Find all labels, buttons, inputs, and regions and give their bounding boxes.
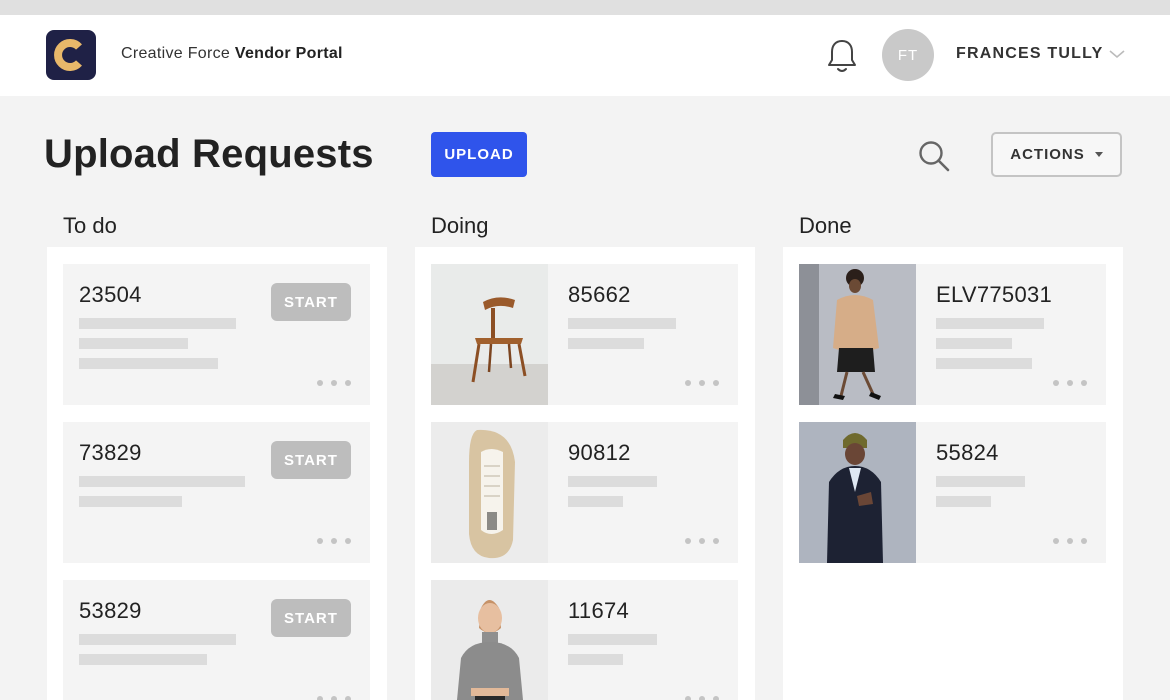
more-options-icon[interactable] (316, 379, 352, 387)
placeholder-line (568, 654, 623, 665)
more-options-icon[interactable] (684, 379, 720, 387)
more-options-icon[interactable] (1052, 537, 1088, 545)
request-card[interactable]: 90812 (431, 422, 738, 563)
placeholder-line (568, 476, 657, 487)
request-id: 11674 (568, 598, 630, 623)
placeholder-line (79, 318, 236, 329)
placeholder-line (568, 318, 676, 329)
placeholder-line (568, 496, 623, 507)
request-id: 85662 (568, 282, 631, 307)
more-options-icon[interactable] (1052, 379, 1088, 387)
column-done: ELV775031 55824 (783, 247, 1123, 700)
placeholder-line (79, 476, 245, 487)
chevron-down-icon[interactable] (1108, 48, 1126, 60)
logo-mark-icon (54, 39, 82, 71)
request-id: 23504 (79, 282, 142, 307)
placeholder-line (936, 476, 1025, 487)
start-button[interactable]: START (271, 283, 351, 321)
column-title-doing: Doing (431, 213, 489, 238)
brand-suffix: Vendor Portal (234, 45, 343, 62)
request-card[interactable]: 85662 (431, 264, 738, 405)
request-id: 55824 (936, 440, 999, 465)
request-id: 90812 (568, 440, 631, 465)
request-id: 73829 (79, 440, 142, 465)
column-title-todo: To do (63, 213, 117, 238)
upload-button[interactable]: UPLOAD (431, 132, 527, 177)
caret-down-icon (1094, 152, 1103, 157)
placeholder-line (79, 654, 207, 665)
request-card[interactable]: 11674 (431, 580, 738, 700)
start-button[interactable]: START (271, 599, 351, 637)
actions-label: ACTIONS (1010, 146, 1085, 163)
placeholder-line (936, 338, 1012, 349)
column-doing: 85662 90812 11674 (415, 247, 755, 700)
request-card[interactable]: 55824 (799, 422, 1106, 563)
placeholder-line (79, 634, 236, 645)
placeholder-line (568, 634, 657, 645)
page-title: Upload Requests (44, 132, 374, 176)
search-icon[interactable] (916, 138, 952, 174)
more-options-icon[interactable] (684, 537, 720, 545)
more-options-icon[interactable] (684, 695, 720, 700)
placeholder-line (568, 338, 644, 349)
request-card[interactable]: 53829 START (63, 580, 370, 700)
request-card[interactable]: 73829 START (63, 422, 370, 563)
placeholder-line (936, 496, 991, 507)
start-button[interactable]: START (271, 441, 351, 479)
blazer-model-photo (799, 422, 916, 563)
request-id: ELV775031 (936, 282, 1053, 307)
request-card[interactable]: ELV775031 (799, 264, 1106, 405)
column-todo: 23504 START 73829 START 53829 START (47, 247, 387, 700)
placeholder-line (79, 338, 188, 349)
request-card[interactable]: 23504 START (63, 264, 370, 405)
placeholder-line (936, 318, 1044, 329)
column-title-done: Done (799, 213, 852, 238)
placeholder-line (936, 358, 1032, 369)
top-strip (0, 0, 1170, 15)
turtleneck-model-photo (431, 580, 548, 700)
bell-icon[interactable] (824, 37, 860, 75)
sneaker-photo (431, 422, 548, 563)
brand-name: Creative Force Vendor Portal (121, 45, 343, 63)
user-name[interactable]: FRANCES TULLY (956, 45, 1103, 63)
placeholder-line (79, 496, 182, 507)
coat-model-photo (799, 264, 916, 405)
chair-photo (431, 264, 548, 405)
app-logo[interactable] (46, 30, 96, 80)
request-id: 53829 (79, 598, 142, 623)
app-header: Creative Force Vendor Portal FT FRANCES … (0, 15, 1170, 96)
user-avatar[interactable]: FT (882, 29, 934, 81)
more-options-icon[interactable] (316, 537, 352, 545)
actions-dropdown-button[interactable]: ACTIONS (991, 132, 1122, 177)
placeholder-line (79, 358, 218, 369)
more-options-icon[interactable] (316, 695, 352, 700)
brand-prefix: Creative Force (121, 45, 231, 62)
